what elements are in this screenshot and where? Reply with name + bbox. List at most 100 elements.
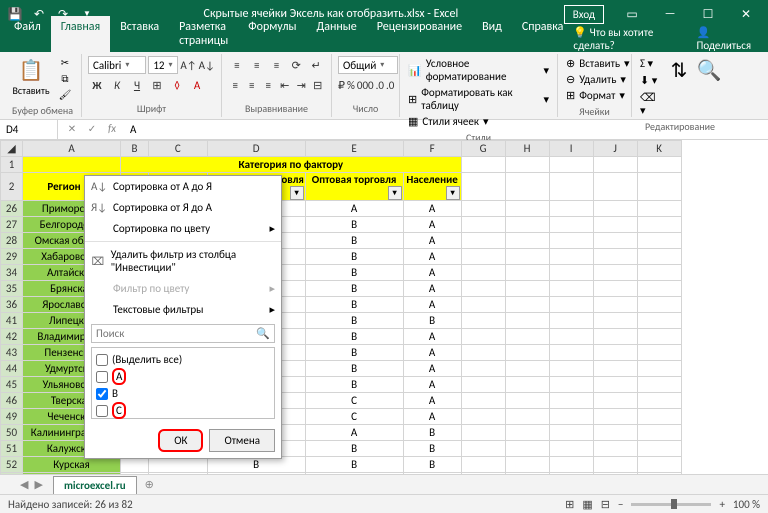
col-header[interactable]: C — [149, 141, 208, 157]
align-center-icon[interactable]: ≡ — [245, 76, 260, 94]
cancel-button[interactable]: Отмена — [209, 429, 275, 452]
cancel-formula-icon[interactable]: ✕ — [64, 122, 80, 138]
col-header[interactable]: E — [305, 141, 403, 157]
cell[interactable] — [121, 473, 149, 475]
table-header[interactable]: Население▾ — [403, 173, 461, 201]
select-all-checkbox[interactable] — [96, 354, 108, 366]
table-header[interactable]: Оптовая торговля▾ — [305, 173, 403, 201]
tab-справка[interactable]: Справка — [512, 16, 574, 52]
tell-me[interactable]: 💡 Что вы хотите сделать? — [573, 26, 684, 52]
view-normal-icon[interactable]: ⊞ — [565, 498, 574, 511]
cell[interactable]: B — [403, 425, 461, 441]
cell[interactable]: A — [403, 233, 461, 249]
row-header[interactable]: 50 — [1, 425, 23, 441]
cell[interactable]: B — [305, 457, 403, 473]
cell[interactable]: A — [403, 345, 461, 361]
ribbon-options-icon[interactable]: ▭ — [614, 0, 650, 28]
col-header[interactable]: F — [403, 141, 461, 157]
fx-icon[interactable]: fx — [104, 122, 120, 138]
tab-разметка страницы[interactable]: Разметка страницы — [169, 16, 238, 52]
cell[interactable]: B — [305, 329, 403, 345]
format-painter-icon[interactable]: 🖌 — [56, 88, 74, 102]
cell[interactable]: B — [305, 313, 403, 329]
cut-icon[interactable]: ✂ — [56, 56, 74, 70]
cell[interactable]: B — [305, 361, 403, 377]
tab-nav-prev-icon[interactable]: ◀ — [20, 478, 28, 491]
new-sheet-icon[interactable]: ⊕ — [145, 478, 154, 491]
tab-nav-next-icon[interactable]: ▶ — [34, 478, 42, 491]
grow-font-icon[interactable]: A↑ — [180, 56, 196, 74]
enter-formula-icon[interactable]: ✓ — [84, 122, 100, 138]
zoom-level[interactable]: 100 % — [733, 498, 760, 511]
fill-color-icon[interactable]: ◊ — [168, 76, 186, 94]
clear-filter-item[interactable]: ⌧Удалить фильтр из столбца "Инвестиции" — [85, 244, 281, 278]
sort-za-item[interactable]: Я↓Сортировка от Я до А — [85, 197, 281, 218]
inc-decimal-icon[interactable]: .0 — [376, 76, 384, 94]
tab-данные[interactable]: Данные — [306, 16, 366, 52]
close-icon[interactable]: ✕ — [728, 0, 764, 28]
text-filters-item[interactable]: Текстовые фильтры▸ — [85, 299, 281, 320]
sort-color-item[interactable]: Сортировка по цвету▸ — [85, 218, 281, 239]
formula-input[interactable]: A — [124, 123, 136, 136]
row-header[interactable]: 52 — [1, 457, 23, 473]
tab-главная[interactable]: Главная — [51, 16, 110, 52]
comma-icon[interactable]: 000 — [357, 76, 374, 94]
cell[interactable]: B — [305, 281, 403, 297]
orientation-icon[interactable]: ⟳ — [287, 56, 305, 74]
cell[interactable]: B — [403, 457, 461, 473]
row-header[interactable]: 41 — [1, 313, 23, 329]
name-box[interactable]: D4 — [0, 120, 58, 139]
cell[interactable]: B — [305, 249, 403, 265]
font-family-combo[interactable]: Calibri▾ — [88, 56, 146, 74]
cell[interactable]: A — [305, 425, 403, 441]
row-header[interactable]: 49 — [1, 409, 23, 425]
format-cells-button[interactable]: ⊞ Формат ▾ — [564, 88, 625, 103]
cell[interactable]: A — [305, 201, 403, 217]
cell[interactable]: B — [305, 441, 403, 457]
filter-option-checkbox[interactable] — [96, 405, 108, 417]
italic-icon[interactable]: К — [108, 76, 126, 94]
format-table-button[interactable]: ⊞ Форматировать как таблицу ▾ — [406, 85, 551, 113]
cell[interactable]: B — [403, 441, 461, 457]
cell[interactable]: B — [403, 313, 461, 329]
cell[interactable]: B — [403, 473, 461, 475]
bold-icon[interactable]: Ж — [88, 76, 106, 94]
paste-button[interactable]: 📋 Вставить — [10, 56, 52, 97]
align-bottom-icon[interactable]: ≡ — [268, 56, 286, 74]
row-header[interactable]: 27 — [1, 217, 23, 233]
conditional-format-button[interactable]: 📊 Условное форматирование ▾ — [406, 56, 551, 84]
merged-header[interactable]: Категория по фактору — [121, 157, 462, 173]
filter-values-list[interactable]: (Выделить все) ABC — [91, 347, 275, 419]
autosum-icon[interactable]: Σ ▾ — [638, 56, 662, 71]
row-header[interactable]: 51 — [1, 441, 23, 457]
row-header[interactable]: 28 — [1, 233, 23, 249]
wrap-text-icon[interactable]: ↵ — [307, 56, 325, 74]
row-header[interactable]: 35 — [1, 281, 23, 297]
tab-файл[interactable]: Файл — [4, 16, 51, 52]
filter-icon[interactable]: ▾ — [290, 186, 304, 200]
clear-icon[interactable]: ⌫ ▾ — [638, 90, 662, 118]
row-header[interactable]: 36 — [1, 297, 23, 313]
insert-cells-button[interactable]: ⊕ Вставить ▾ — [564, 56, 625, 71]
cell[interactable]: A — [403, 297, 461, 313]
cell[interactable]: C — [305, 409, 403, 425]
row-header[interactable]: 53 — [1, 473, 23, 475]
dec-decimal-icon[interactable]: .0 — [386, 76, 394, 94]
cell[interactable] — [149, 473, 208, 475]
cell[interactable]: A — [403, 217, 461, 233]
tab-формулы[interactable]: Формулы — [238, 16, 306, 52]
view-break-icon[interactable]: ⊟ — [601, 498, 610, 511]
find-select-button[interactable]: 🔍 — [696, 56, 722, 84]
indent-inc-icon[interactable]: ⇥ — [294, 76, 309, 94]
minimize-icon[interactable]: — — [652, 0, 688, 28]
align-middle-icon[interactable]: ≡ — [248, 56, 266, 74]
ok-button[interactable]: ОК — [158, 429, 203, 452]
number-format-combo[interactable]: Общий▾ — [338, 56, 398, 74]
col-header[interactable]: I — [549, 141, 593, 157]
font-color-icon[interactable]: A — [188, 76, 206, 94]
col-header[interactable]: J — [593, 141, 637, 157]
col-header[interactable]: H — [505, 141, 549, 157]
row-header[interactable]: 2 — [1, 173, 23, 201]
maximize-icon[interactable]: ☐ — [690, 0, 726, 28]
col-header[interactable]: A — [23, 141, 121, 157]
